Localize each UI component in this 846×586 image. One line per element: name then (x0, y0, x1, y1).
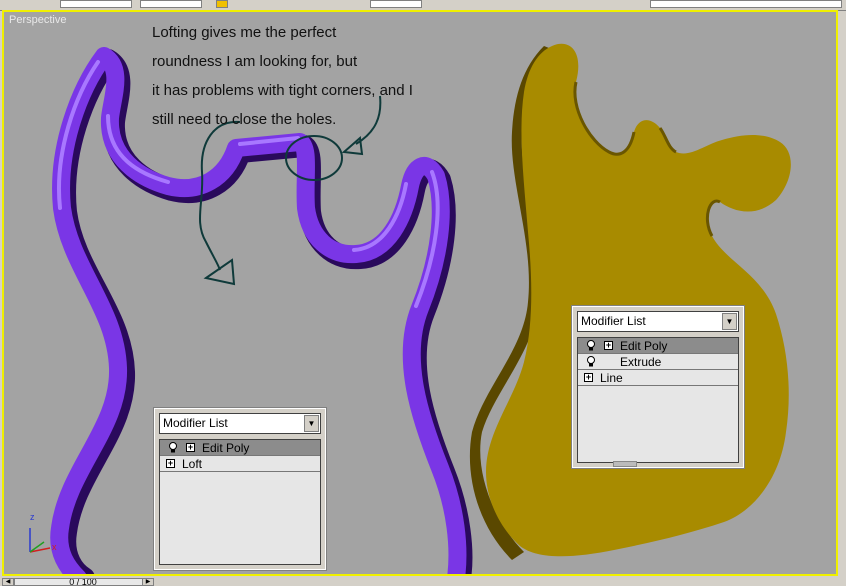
timeline-bar: ◀ 0 / 100 ▶ (0, 576, 846, 586)
dropdown-arrow-icon[interactable]: ▼ (304, 415, 319, 432)
modifier-stack-item[interactable]: + Loft (160, 456, 320, 472)
modifier-stack[interactable]: + Edit Poly + Loft (159, 439, 321, 565)
viewport-scene (29, 43, 791, 574)
annotation-arrowhead-left (203, 258, 236, 286)
right-modifier-panel: Modifier List ▼ + Edit Poly Extrude + Li… (571, 305, 745, 469)
expand-plus-icon[interactable]: + (584, 373, 593, 382)
expand-plus-icon[interactable]: + (604, 341, 613, 350)
expand-plus-icon[interactable]: + (186, 443, 195, 452)
toolbar-field[interactable] (650, 0, 842, 8)
modifier-label: Extrude (620, 355, 662, 369)
lightbulb-icon[interactable] (168, 442, 178, 453)
axis-x-label: x (52, 542, 57, 552)
modifier-stack-item[interactable]: + Edit Poly (578, 338, 738, 354)
time-slider-value: 0 / 100 (69, 578, 97, 586)
toolbar-field[interactable] (140, 0, 202, 8)
toolbar-highlight-button[interactable] (216, 0, 228, 8)
toolbar-field[interactable] (370, 0, 422, 8)
annotation-line: Lofting gives me the perfect (152, 24, 337, 41)
left-modifier-panel: Modifier List ▼ + Edit Poly + Loft (153, 407, 327, 571)
modifier-stack-item[interactable]: + Line (578, 370, 738, 386)
lightbulb-icon[interactable] (586, 356, 596, 367)
modifier-label: Edit Poly (202, 441, 250, 455)
toolbar-field[interactable] (60, 0, 132, 8)
annotation-arrowhead-right (341, 136, 364, 156)
panel-scrollbar[interactable] (613, 461, 637, 467)
modifier-label: Edit Poly (620, 339, 668, 353)
modifier-stack-item[interactable]: Extrude (578, 354, 738, 370)
annotation-text: Lofting gives me the perfect roundness I… (152, 18, 413, 134)
time-slider[interactable]: 0 / 100 (14, 578, 152, 586)
modifier-stack-item[interactable]: + Edit Poly (160, 440, 320, 456)
modifier-list-dropdown[interactable]: Modifier List ▼ (159, 413, 321, 434)
modifier-list-label: Modifier List (163, 416, 228, 430)
lightbulb-icon[interactable] (586, 340, 596, 351)
timeline-prev-button[interactable]: ◀ (2, 578, 14, 586)
modifier-stack[interactable]: + Edit Poly Extrude + Line (577, 337, 739, 463)
modifier-label: Line (600, 371, 623, 385)
expand-plus-icon[interactable]: + (166, 459, 175, 468)
modifier-list-label: Modifier List (581, 314, 646, 328)
modifier-list-dropdown[interactable]: Modifier List ▼ (577, 311, 739, 332)
annotation-line: roundness I am looking for, but (152, 53, 358, 70)
timeline-next-button[interactable]: ▶ (142, 578, 154, 586)
perspective-viewport[interactable]: Perspective Lofting gives me the perfect… (2, 10, 838, 576)
annotation-line: it has problems with tight corners, and … (152, 82, 413, 99)
modifier-label: Loft (182, 457, 203, 471)
dropdown-arrow-icon[interactable]: ▼ (722, 313, 737, 330)
axis-z-label: z (30, 512, 35, 522)
annotation-line: still need to close the holes. (152, 111, 337, 128)
viewport-label[interactable]: Perspective (9, 14, 66, 26)
extruded-body-face (486, 43, 791, 557)
